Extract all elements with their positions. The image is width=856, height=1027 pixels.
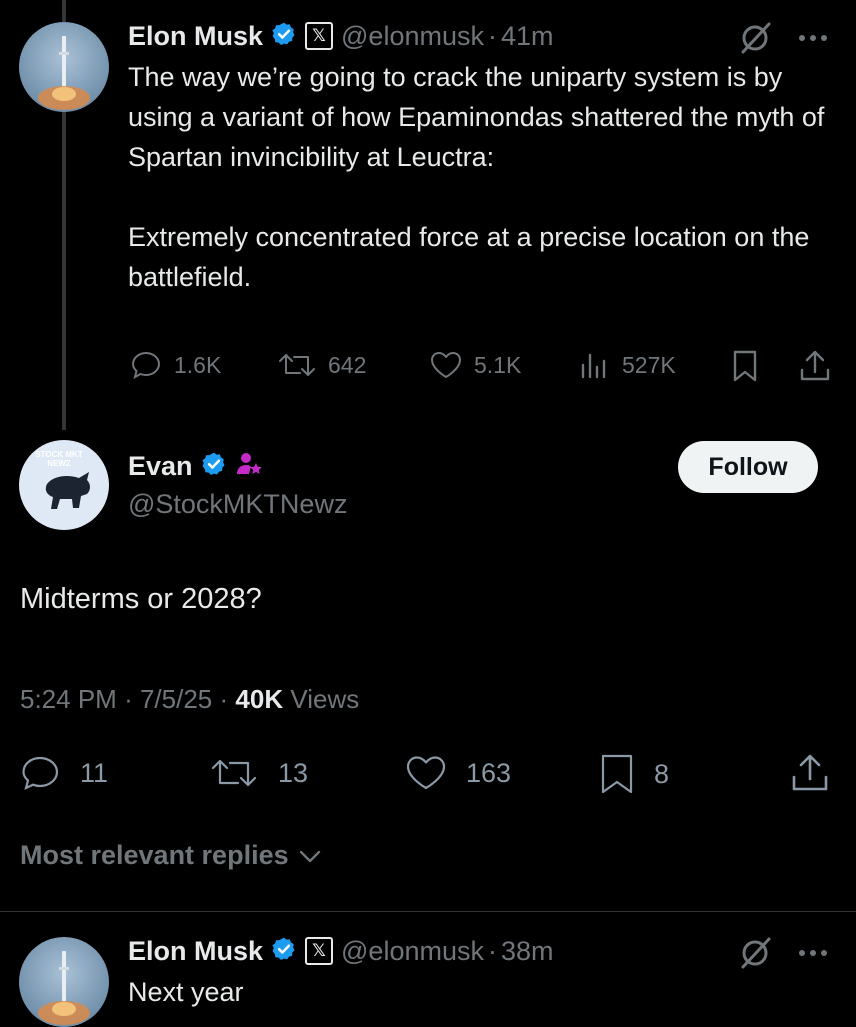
- section-divider: [0, 911, 856, 912]
- author-handle[interactable]: @StockMKTNewz: [128, 484, 347, 524]
- bookmark-icon[interactable]: [730, 349, 760, 388]
- reply-text: Next year: [128, 977, 244, 1007]
- grok-icon[interactable]: [737, 935, 773, 976]
- author-handle[interactable]: @elonmusk: [341, 21, 484, 52]
- grok-icon[interactable]: [737, 20, 773, 61]
- author-handle[interactable]: @elonmusk: [341, 936, 484, 967]
- avatar-elon-musk[interactable]: [19, 937, 109, 1027]
- like-icon: [406, 756, 446, 790]
- tweet-time[interactable]: 41m: [501, 21, 554, 52]
- like-count: 5.1K: [474, 351, 522, 378]
- like-button[interactable]: 5.1K: [428, 349, 521, 381]
- share-icon[interactable]: [790, 751, 830, 798]
- replies-sort-dropdown[interactable]: Most relevant replies: [20, 840, 323, 871]
- verified-icon: [201, 451, 227, 482]
- reply-count: 11: [80, 757, 109, 788]
- share-icon[interactable]: [798, 348, 832, 389]
- tweet-time[interactable]: 38m: [501, 936, 554, 967]
- tweet-text: The way we’re going to crack the unipart…: [128, 62, 825, 292]
- separator-dot: ·: [487, 935, 497, 966]
- avatar-elon-musk[interactable]: [19, 22, 109, 112]
- rocket-launch-image: [38, 36, 90, 110]
- like-icon: [431, 352, 461, 378]
- replies-sort-label: Most relevant replies: [20, 840, 289, 870]
- repost-icon: [279, 354, 315, 376]
- follow-button[interactable]: Follow: [678, 441, 818, 493]
- subscriber-badge-icon: [235, 450, 263, 483]
- verified-icon: [271, 21, 297, 52]
- x-affiliate-icon[interactable]: 𝕏: [305, 937, 334, 965]
- like-count: 163: [466, 757, 512, 788]
- tweet-timestamp-row: 5:24 PM · 7/5/25 · 40K Views: [20, 684, 359, 715]
- bookmark-count: 8: [654, 758, 670, 789]
- reply-button[interactable]: 11: [20, 753, 108, 793]
- views-button[interactable]: 527K: [578, 349, 676, 381]
- reply1-header: Elon Musk 𝕏 @elonmusk · 38m: [128, 931, 554, 971]
- chevron-down-icon: [299, 850, 320, 862]
- tweet1-header: Elon Musk 𝕏 @elonmusk · 41m: [128, 16, 554, 56]
- x-affiliate-icon[interactable]: 𝕏: [305, 22, 334, 50]
- views-count[interactable]: 40K: [235, 684, 283, 714]
- avatar-text: STOCK MKT NEWZ: [35, 450, 83, 468]
- bookmark-button[interactable]: 8: [598, 753, 669, 795]
- like-button[interactable]: 163: [404, 753, 511, 793]
- repost-count: 642: [328, 351, 367, 378]
- views-label: Views: [290, 684, 360, 714]
- tweet-date[interactable]: 7/5/25: [140, 684, 212, 714]
- repost-button[interactable]: 13: [208, 753, 308, 793]
- author-name[interactable]: Elon Musk: [128, 936, 263, 967]
- avatar-evan[interactable]: STOCK MKT NEWZ: [19, 440, 109, 530]
- repost-button[interactable]: 642: [276, 349, 366, 381]
- tweet-time[interactable]: 5:24 PM: [20, 684, 117, 714]
- repost-icon: [211, 759, 257, 787]
- verified-icon: [271, 936, 297, 967]
- main-tweet-name-row: Evan: [128, 446, 263, 486]
- views-icon: [581, 353, 606, 379]
- reply-count: 1.6K: [174, 351, 222, 378]
- separator-dot: ·: [124, 684, 133, 714]
- rocket-launch-image: [38, 951, 90, 1025]
- views-count: 527K: [622, 351, 676, 378]
- more-icon[interactable]: [796, 26, 830, 55]
- more-icon[interactable]: [796, 941, 830, 970]
- reply-icon: [131, 351, 161, 379]
- separator-dot: ·: [219, 684, 229, 714]
- reply-icon: [22, 756, 59, 791]
- repost-count: 13: [278, 757, 309, 788]
- main-tweet-text: Midterms or 2028?: [20, 583, 262, 615]
- reply-button[interactable]: 1.6K: [130, 349, 221, 381]
- bookmark-icon: [601, 754, 633, 794]
- separator-dot: ·: [487, 20, 497, 51]
- author-name[interactable]: Elon Musk: [128, 21, 263, 52]
- author-name[interactable]: Evan: [128, 451, 193, 482]
